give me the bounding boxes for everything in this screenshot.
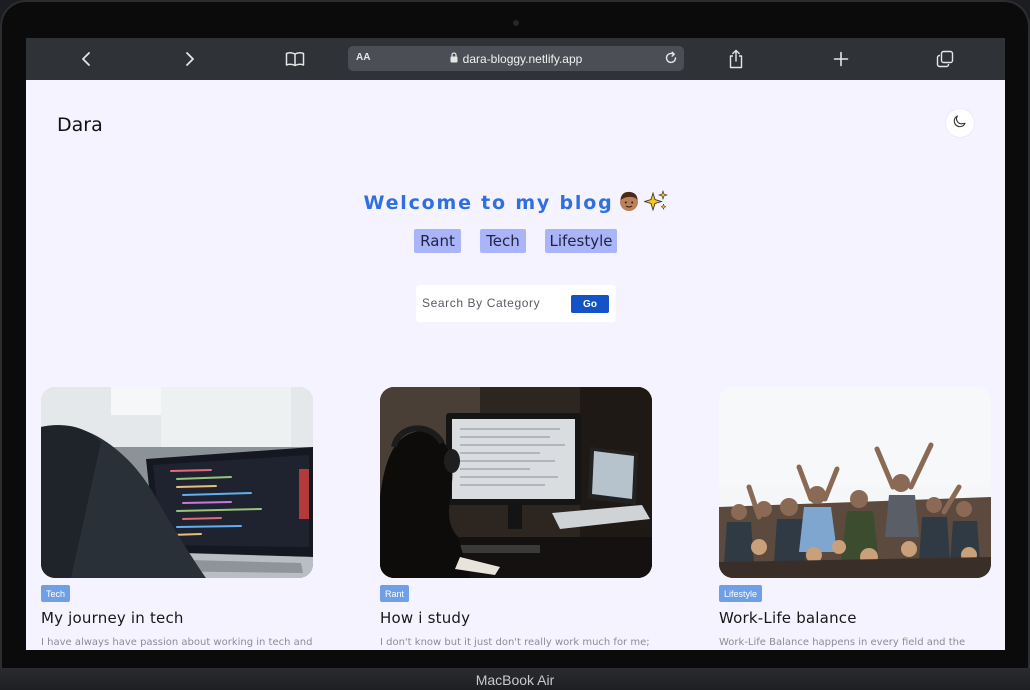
sparkles-emoji — [642, 190, 668, 217]
bookmarks-icon[interactable] — [284, 38, 306, 80]
person-studying-at-desk-photo — [380, 387, 652, 578]
post-image[interactable] — [380, 387, 652, 578]
post-category-badge[interactable]: Lifestyle — [719, 585, 763, 602]
category-button-lifestyle[interactable]: Lifestyle — [545, 229, 617, 253]
url-text: dara-bloggy.netlify.app — [462, 51, 583, 66]
site-brand[interactable]: Dara — [57, 114, 103, 136]
screen: AA dara-bloggy.netlify.app Dara Welcome … — [26, 38, 1005, 650]
post-excerpt: I have always have passion about working… — [41, 637, 313, 648]
new-tab-icon[interactable] — [831, 38, 851, 80]
device-label: MacBook Air — [475, 672, 555, 688]
post-title[interactable]: How i study — [380, 609, 470, 627]
go-button[interactable]: Go — [571, 295, 609, 313]
tabs-icon[interactable] — [935, 38, 955, 80]
share-icon[interactable] — [726, 38, 746, 80]
back-icon[interactable] — [76, 38, 96, 80]
category-button-rant[interactable]: Rant — [414, 229, 461, 253]
category-button-tech[interactable]: Tech — [480, 229, 526, 253]
post-excerpt: Work-Life Balance happens in every field… — [719, 637, 966, 648]
camera — [513, 20, 519, 26]
post-image[interactable] — [41, 387, 313, 578]
laptop-frame: AA dara-bloggy.netlify.app Dara Welcome … — [0, 0, 1030, 690]
post-card[interactable]: Rant How i study I don't know but it jus… — [380, 387, 652, 650]
post-category-badge[interactable]: Tech — [41, 585, 71, 602]
post-title[interactable]: Work-Life balance — [719, 609, 857, 627]
moon-icon — [953, 114, 967, 133]
post-category-badge[interactable]: Rant — [380, 585, 410, 602]
forward-icon[interactable] — [180, 38, 200, 80]
welcome-heading: Welcome to my blog — [26, 190, 1005, 217]
post-card[interactable]: Lifestyle Work-Life balance Work-Life Ba… — [719, 387, 991, 650]
browser-toolbar: AA dara-bloggy.netlify.app — [26, 38, 1005, 80]
post-excerpt: I don't know but it just don't really wo… — [380, 637, 650, 648]
search-input[interactable] — [420, 294, 560, 312]
theme-toggle-button[interactable] — [946, 109, 974, 137]
person-coding-on-laptop-photo — [41, 387, 313, 578]
boy-emoji — [617, 190, 641, 217]
reload-icon[interactable] — [664, 51, 678, 70]
address-bar[interactable]: AA dara-bloggy.netlify.app — [348, 46, 684, 71]
lock-icon — [450, 51, 458, 66]
crowd-at-festival-photo — [719, 387, 991, 578]
post-card[interactable]: Tech My journey in tech I have always ha… — [41, 387, 313, 650]
post-title[interactable]: My journey in tech — [41, 609, 184, 627]
search-form: Go — [416, 285, 616, 322]
post-image[interactable] — [719, 387, 991, 578]
web-page: Dara Welcome to my blog Rant Tech Lifest… — [26, 80, 1005, 650]
